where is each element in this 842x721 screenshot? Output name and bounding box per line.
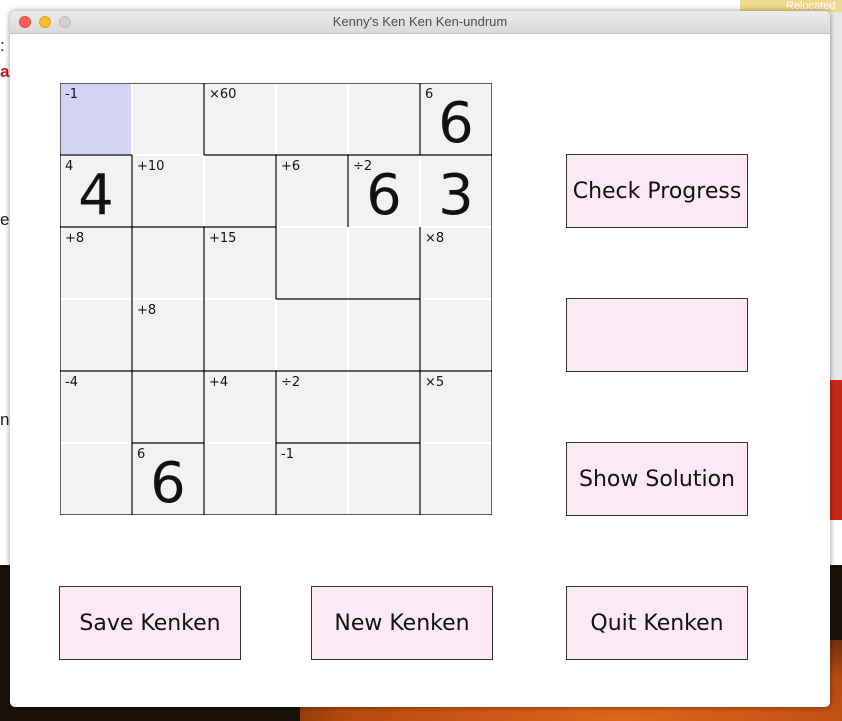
grid-cell[interactable] <box>132 227 204 299</box>
show-solution-button[interactable]: Show Solution <box>566 442 748 516</box>
grid-cell[interactable]: 66 <box>132 443 204 516</box>
grid-cell[interactable]: 66 <box>420 83 492 156</box>
cell-value: 4 <box>78 163 114 228</box>
grid-cell[interactable] <box>132 83 204 155</box>
grid-cell[interactable] <box>204 155 276 227</box>
grid-cell[interactable]: ×5 <box>420 371 492 443</box>
grid-cell[interactable]: -1 <box>276 443 348 515</box>
grid-cell[interactable]: 44 <box>60 155 132 228</box>
grid-cell[interactable]: 3 <box>420 155 492 228</box>
cage-clue: -1 <box>65 87 78 102</box>
grid-cell[interactable]: -4 <box>60 371 132 443</box>
grid-cell[interactable]: +15 <box>204 227 276 299</box>
cage-clue: ×60 <box>209 87 237 102</box>
cell-value: 3 <box>438 163 474 228</box>
cage-clue: -1 <box>281 447 294 462</box>
cell-value: 6 <box>438 91 474 156</box>
grid-cell[interactable]: +8 <box>132 299 204 371</box>
background-char: e <box>0 210 10 229</box>
cage-clue: +10 <box>137 159 165 174</box>
grid-cell[interactable] <box>60 299 132 371</box>
grid-cell[interactable]: +10 <box>132 155 204 227</box>
quit-kenken-button[interactable]: Quit Kenken <box>566 586 748 660</box>
grid-cell[interactable]: ×8 <box>420 227 492 299</box>
cage-clue: ×5 <box>425 375 445 390</box>
cage-clue: ×8 <box>425 231 445 246</box>
grid-cell[interactable] <box>348 227 420 299</box>
cage-clue: ÷2 <box>281 375 301 390</box>
grid-cell[interactable]: ÷2 6 <box>348 155 420 228</box>
cell-value: 6 <box>150 451 186 516</box>
grid-cell[interactable]: -1 <box>60 83 132 155</box>
kenken-grid: -1 ×60 6 6 4 4 +10 +6 ÷2 6 3 +8 +15 ×8 +8 -4 +4 ÷2 ×5 6 6 -1 <box>60 83 492 516</box>
cage-clue: +8 <box>137 303 157 318</box>
grid-cell[interactable] <box>276 299 348 371</box>
cage-clue: +15 <box>209 231 237 246</box>
grid-cell[interactable] <box>348 83 420 155</box>
grid-cell[interactable]: +8 <box>60 227 132 299</box>
background-char: : <box>0 36 5 55</box>
grid-cell[interactable] <box>348 299 420 371</box>
grid-cell[interactable] <box>204 443 276 515</box>
kenken-window: Kenny's Ken Ken Ken-undrum -1 ×60 6 6 4 4 +10 +… <box>10 11 830 707</box>
grid-cell[interactable] <box>132 371 204 443</box>
background-window-strip-red <box>828 380 842 520</box>
title-bar[interactable]: Kenny's Ken Ken Ken-undrum <box>10 11 830 34</box>
grid-cell[interactable]: ×60 <box>204 83 276 155</box>
cage-clue: +6 <box>281 159 301 174</box>
save-kenken-button[interactable]: Save Kenken <box>59 586 241 660</box>
grid-cell[interactable]: +6 <box>276 155 348 227</box>
grid-cell[interactable] <box>348 443 420 515</box>
grid-cell[interactable]: ÷2 <box>276 371 348 443</box>
cage-clue: -4 <box>65 375 78 390</box>
cage-clue: +4 <box>209 375 229 390</box>
cage-clue: +8 <box>65 231 85 246</box>
grid-cell[interactable] <box>276 227 348 299</box>
blank-button[interactable] <box>566 298 748 372</box>
cell-value: 6 <box>366 163 402 228</box>
grid-cell[interactable] <box>60 443 132 515</box>
grid-cell[interactable] <box>420 443 492 515</box>
background-window-right <box>828 12 842 380</box>
grid-cell[interactable] <box>348 371 420 443</box>
grid-cell[interactable] <box>420 299 492 371</box>
new-kenken-button[interactable]: New Kenken <box>311 586 493 660</box>
window-title: Kenny's Ken Ken Ken-undrum <box>332 14 508 29</box>
grid-cell[interactable]: +4 <box>204 371 276 443</box>
background-char: n <box>0 410 10 429</box>
check-progress-button[interactable]: Check Progress <box>566 154 748 228</box>
grid-cell[interactable] <box>276 83 348 155</box>
background-char: a <box>0 62 10 81</box>
grid-cell[interactable] <box>204 299 276 371</box>
